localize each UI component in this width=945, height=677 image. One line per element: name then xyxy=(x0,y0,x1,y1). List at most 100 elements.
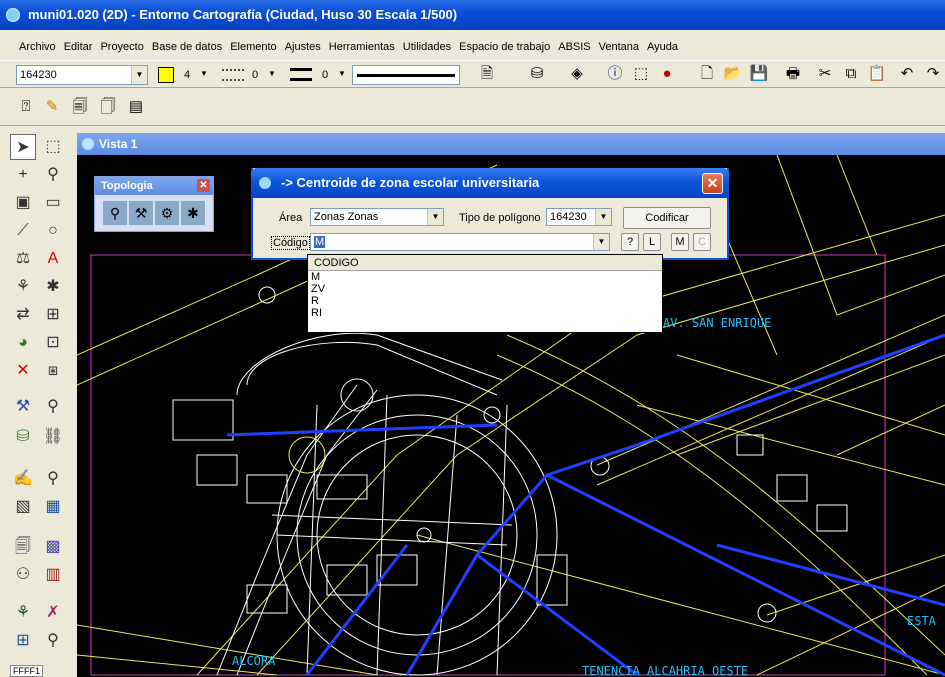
select-box-icon[interactable]: ⬚ xyxy=(40,134,66,160)
open-folder-icon[interactable]: 📂 xyxy=(722,63,744,85)
measure-icon[interactable]: ⚖ xyxy=(10,246,36,272)
layers-icon[interactable]: ⛁ xyxy=(526,63,548,85)
menu-ajustes[interactable]: Ajustes xyxy=(281,38,325,58)
topology-tool-3-icon[interactable]: ⚙ xyxy=(155,201,179,225)
menu-espacio-de-trabajo[interactable]: Espacio de trabajo xyxy=(455,38,554,58)
fence-icon[interactable]: ⬚ xyxy=(630,63,652,85)
stack-icon[interactable]: ◈ xyxy=(566,63,588,85)
topologia-titlebar: Topologia ✕ xyxy=(95,177,213,195)
window-titlebar: muni01.020 (2D) - Entorno Cartografía (C… xyxy=(0,0,945,30)
codigo-value: M xyxy=(314,236,326,248)
cell-icon[interactable]: ⚘ xyxy=(10,274,36,300)
close-icon[interactable]: ✕ xyxy=(702,173,723,194)
save-icon[interactable]: 💾 xyxy=(748,63,770,85)
redo-icon[interactable]: ↷ xyxy=(922,63,944,85)
m-button[interactable]: M xyxy=(671,233,689,251)
c-button[interactable]: C xyxy=(693,233,711,251)
undo-icon[interactable]: ↶ xyxy=(896,63,918,85)
chevron-down-icon[interactable]: ▼ xyxy=(593,234,609,250)
move-icon[interactable]: ⇄ xyxy=(10,302,36,328)
menu-ventana[interactable]: Ventana xyxy=(595,38,643,58)
dialog-icon xyxy=(259,177,271,189)
document-link-icon[interactable]: 🗐 xyxy=(68,96,92,120)
image-tool-icon[interactable]: ▧ xyxy=(10,494,36,520)
menu-utilidades[interactable]: Utilidades xyxy=(399,38,455,58)
clip-icon[interactable]: ⧆ xyxy=(40,358,66,384)
menu-ayuda[interactable]: Ayuda xyxy=(643,38,682,58)
print-icon[interactable]: 🖶 xyxy=(782,63,804,85)
list-item[interactable]: R xyxy=(308,295,662,307)
help-button[interactable]: ? xyxy=(621,233,639,251)
topology-tool-4-icon[interactable]: ✱ xyxy=(181,201,205,225)
chart-icon[interactable]: ▥ xyxy=(40,562,66,588)
topology-search-icon[interactable]: ⚲ xyxy=(40,394,66,420)
help-cursor-icon[interactable]: ⍰ xyxy=(14,96,38,120)
menu-archivo[interactable]: Archivo xyxy=(15,38,60,58)
group-icon[interactable]: ⚇ xyxy=(10,562,36,588)
line-preview[interactable] xyxy=(352,65,460,85)
topology-edit-icon[interactable]: ⚒ xyxy=(10,394,36,420)
cut-icon[interactable]: ✂ xyxy=(814,63,836,85)
page-icon[interactable]: 🗎 xyxy=(476,63,498,85)
level-combo[interactable]: 164230 ▼ xyxy=(16,65,148,85)
fill-icon[interactable]: ◕ xyxy=(10,330,36,356)
circle-icon[interactable]: ○ xyxy=(40,218,66,244)
rectangle-icon[interactable]: ▭ xyxy=(40,190,66,216)
topology-tool-2-icon[interactable]: ⚒ xyxy=(129,201,153,225)
new-file-icon[interactable]: 🗋 xyxy=(696,63,718,85)
scale-icon[interactable]: ⊞ xyxy=(40,302,66,328)
zoom-polygon-icon[interactable]: ⚲ xyxy=(40,466,66,492)
document-stack-icon[interactable]: 🗍 xyxy=(96,96,120,120)
copy-icon[interactable]: ⧉ xyxy=(840,63,862,85)
database-icon[interactable]: ⛁ xyxy=(10,424,36,450)
text-icon[interactable]: A xyxy=(40,246,66,272)
weight-dropdown-icon[interactable]: ▼ xyxy=(338,69,346,78)
network-icon[interactable]: ⚘ xyxy=(10,600,36,626)
codificar-button[interactable]: Codificar xyxy=(623,207,711,229)
list-item[interactable]: ZV xyxy=(308,283,662,295)
info-icon[interactable]: ⓘ xyxy=(604,63,626,85)
menu-editar[interactable]: Editar xyxy=(60,38,97,58)
array-icon[interactable]: ⊡ xyxy=(40,330,66,356)
binoculars-icon[interactable]: ⛓ xyxy=(40,424,66,450)
record-icon[interactable]: ● xyxy=(656,63,678,85)
color-dropdown-icon[interactable]: ▼ xyxy=(200,69,208,78)
topology-tool-1-icon[interactable]: ⚲ xyxy=(103,201,127,225)
color-swatch[interactable] xyxy=(158,67,174,83)
baylinfo-icon[interactable]: ▦ xyxy=(40,494,66,520)
line-icon[interactable]: ⟋ xyxy=(10,218,36,244)
find-icon[interactable]: ⚲ xyxy=(40,628,66,654)
list-item[interactable]: M xyxy=(308,271,662,283)
star-icon[interactable]: ✱ xyxy=(40,274,66,300)
pencil-icon[interactable]: ✎ xyxy=(40,96,64,120)
chevron-down-icon[interactable]: ▼ xyxy=(595,209,611,225)
point-icon[interactable]: + xyxy=(10,162,36,188)
draw-polygon-icon[interactable]: ✍ xyxy=(10,466,36,492)
cross-edit-icon[interactable]: ✗ xyxy=(40,600,66,626)
line-weight-icon[interactable] xyxy=(290,68,312,81)
tipo-poligono-select[interactable]: 164230 ▼ xyxy=(546,208,612,226)
texture-icon[interactable]: ▩ xyxy=(40,534,66,560)
l-button[interactable]: L xyxy=(643,233,661,251)
close-icon[interactable]: ✕ xyxy=(197,179,210,192)
window-icon[interactable]: ▣ xyxy=(10,190,36,216)
paste-icon[interactable]: 📋 xyxy=(866,63,888,85)
report-icon[interactable]: ▤ xyxy=(124,96,148,120)
list-item[interactable]: RI xyxy=(308,307,662,319)
menu-base-de-datos[interactable]: Base de datos xyxy=(148,38,226,58)
grid-select-icon[interactable]: ⊞ xyxy=(10,628,36,654)
select-arrow-icon[interactable]: ➤ xyxy=(10,134,36,160)
chevron-down-icon[interactable]: ▼ xyxy=(131,66,147,84)
delete-icon[interactable]: ✕ xyxy=(10,358,36,384)
style-dropdown-icon[interactable]: ▼ xyxy=(268,69,276,78)
menu-proyecto[interactable]: Proyecto xyxy=(96,38,147,58)
area-select[interactable]: Zonas Zonas ▼ xyxy=(310,208,444,226)
line-style-icon[interactable] xyxy=(222,69,244,81)
menu-elemento[interactable]: Elemento xyxy=(226,38,280,58)
codigo-combo[interactable]: M ▼ xyxy=(310,233,610,251)
menu-herramientas[interactable]: Herramientas xyxy=(325,38,399,58)
place-icon[interactable]: ⚲ xyxy=(40,162,66,188)
file-stack-icon[interactable]: 🗐 xyxy=(10,534,36,560)
chevron-down-icon[interactable]: ▼ xyxy=(427,209,443,225)
menu-absis[interactable]: ABSIS xyxy=(554,38,594,58)
